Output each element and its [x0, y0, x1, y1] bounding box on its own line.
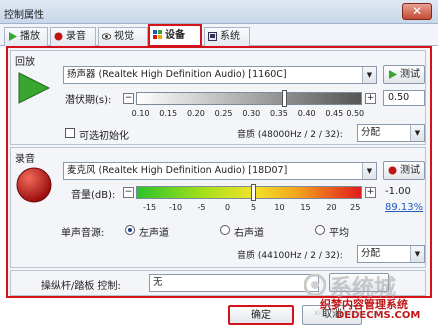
tab-label: 播放 [20, 31, 40, 42]
playback-device-value: 扬声器 (Realtek High Definition Audio) [116… [67, 69, 287, 80]
tab-strip: 播放 录音 视觉 设备 系统 [0, 24, 438, 47]
chevron-down-icon: ▼ [362, 67, 376, 83]
tick-label: 0.35 [270, 109, 288, 118]
chevron-down-icon: ▼ [410, 246, 424, 262]
tick-label: 5 [250, 203, 257, 212]
radio-average-label: 平均 [329, 228, 349, 239]
recording-section-label: 录音 [15, 154, 35, 165]
device-icon [153, 30, 162, 39]
play-icon [389, 70, 397, 79]
volume-percent-link[interactable]: 89.13% [385, 202, 423, 213]
tab-record[interactable]: 录音 [50, 27, 96, 46]
playback-device-select[interactable]: 扬声器 (Realtek High Definition Audio) [116… [63, 66, 377, 84]
tick-label: 0.15 [159, 109, 178, 118]
tick-label: 0.45 [325, 109, 344, 118]
playback-quality-value: 分配 [361, 127, 381, 138]
record-icon [54, 32, 63, 41]
latency-value-field[interactable]: 0.50 [383, 90, 425, 106]
playback-test-label: 测试 [400, 69, 420, 80]
tick-label: -5 [197, 203, 206, 212]
recording-quality-select[interactable]: 分配 ▼ [357, 245, 425, 263]
recording-test-label: 测试 [400, 165, 420, 176]
tick-label: 0.25 [214, 109, 233, 118]
tick-label: 20 [326, 203, 337, 212]
chevron-down-icon: ▼ [362, 163, 376, 179]
tick-label: 0.40 [297, 109, 316, 118]
latency-ticks: 0.10 0.15 0.20 0.25 0.30 0.35 0.40 0.45 … [132, 109, 365, 121]
volume-value: -1.00 [385, 186, 411, 197]
volume-increase-button[interactable]: + [365, 187, 376, 198]
recording-test-button[interactable]: 测试 [383, 161, 425, 180]
optional-init-checkbox[interactable] [65, 128, 75, 138]
tab-label: 系统 [220, 31, 240, 42]
recording-device-select[interactable]: 麦克风 (Realtek High Definition Audio) [18D… [63, 162, 377, 180]
radio-average[interactable] [315, 225, 325, 235]
tick-label: -15 [143, 203, 157, 212]
tick-label: 0.30 [242, 109, 261, 118]
volume-label: 音量(dB): [71, 190, 116, 201]
eye-icon [102, 33, 111, 40]
latency-label: 潜伏期(s): [65, 95, 112, 106]
play-large-icon [18, 72, 51, 104]
playback-section: 回放 扬声器 (Realtek High Definition Audio) [… [10, 50, 426, 145]
playback-test-button[interactable]: 测试 [383, 65, 425, 84]
playback-section-label: 回放 [15, 57, 35, 68]
playback-quality-select[interactable]: 分配 ▼ [357, 124, 425, 142]
ok-button-label: 确定 [251, 310, 271, 321]
recording-section: 录音 麦克风 (Realtek High Definition Audio) [… [10, 147, 426, 268]
latency-increase-button[interactable]: + [365, 93, 376, 104]
ok-button[interactable]: 确定 [228, 305, 294, 325]
latency-slider[interactable] [136, 90, 362, 107]
tick-label: 25 [350, 203, 361, 212]
tick-label: 0.50 [346, 109, 365, 118]
radio-left-channel[interactable] [125, 225, 135, 235]
tick-label: 10 [274, 203, 285, 212]
volume-slider-thumb[interactable] [250, 184, 256, 201]
optional-init-label: 可选初始化 [79, 131, 129, 142]
close-icon: ✕ [411, 4, 423, 18]
title-bar: 控制属性 ✕ [0, 0, 438, 24]
device-panel: 回放 扬声器 (Realtek High Definition Audio) [… [6, 46, 432, 298]
recording-quality-value: 分配 [361, 248, 381, 259]
radio-left-channel-label: 左声道 [139, 228, 169, 239]
record-icon [388, 166, 397, 175]
window-title: 控制属性 [4, 10, 44, 21]
latency-decrease-button[interactable]: − [123, 93, 134, 104]
watermark-logo-icon [304, 274, 326, 296]
tab-label: 设备 [165, 30, 185, 41]
tick-label: 0 [224, 203, 231, 212]
joystick-select[interactable]: 无 [149, 274, 319, 292]
tick-label: -10 [169, 203, 183, 212]
latency-value: 0.50 [388, 92, 410, 103]
tab-playback[interactable]: 播放 [4, 27, 48, 46]
volume-ticks: -15 -10 -5 0 5 10 15 20 25 [136, 203, 362, 215]
close-button[interactable]: ✕ [402, 3, 432, 20]
system-icon [208, 32, 217, 41]
tick-label: 0.20 [186, 109, 205, 118]
record-large-icon [16, 167, 52, 203]
latency-slider-thumb[interactable] [281, 90, 287, 107]
volume-slider[interactable] [136, 184, 362, 201]
tick-label: 0.10 [131, 109, 150, 118]
tab-label: 录音 [66, 31, 86, 42]
chevron-down-icon: ▼ [410, 125, 424, 141]
tab-visual[interactable]: 视觉 [98, 27, 148, 46]
watermark: 系统城 织梦内容管理系统 DEDECMS.COM xitongcheng.com [300, 268, 436, 326]
tick-label: 15 [300, 203, 311, 212]
radio-right-channel-label: 右声道 [234, 228, 264, 239]
recording-device-value: 麦克风 (Realtek High Definition Audio) [18D… [67, 165, 288, 176]
playback-quality-label: 音质 (48000Hz / 2 / 32): [237, 130, 343, 140]
joystick-label: 操纵杆/踏板 控制: [41, 281, 121, 292]
mono-source-label: 单声音源: [61, 228, 105, 239]
radio-right-channel[interactable] [220, 225, 230, 235]
joystick-value: 无 [153, 277, 163, 288]
play-icon [9, 32, 17, 41]
tab-system[interactable]: 系统 [204, 27, 250, 46]
volume-decrease-button[interactable]: − [123, 187, 134, 198]
tab-device[interactable]: 设备 [148, 24, 202, 47]
watermark-domain: xitongcheng.com [314, 308, 384, 317]
tab-label: 视觉 [114, 31, 134, 42]
recording-quality-label: 音质 (44100Hz / 2 / 32): [237, 251, 343, 261]
